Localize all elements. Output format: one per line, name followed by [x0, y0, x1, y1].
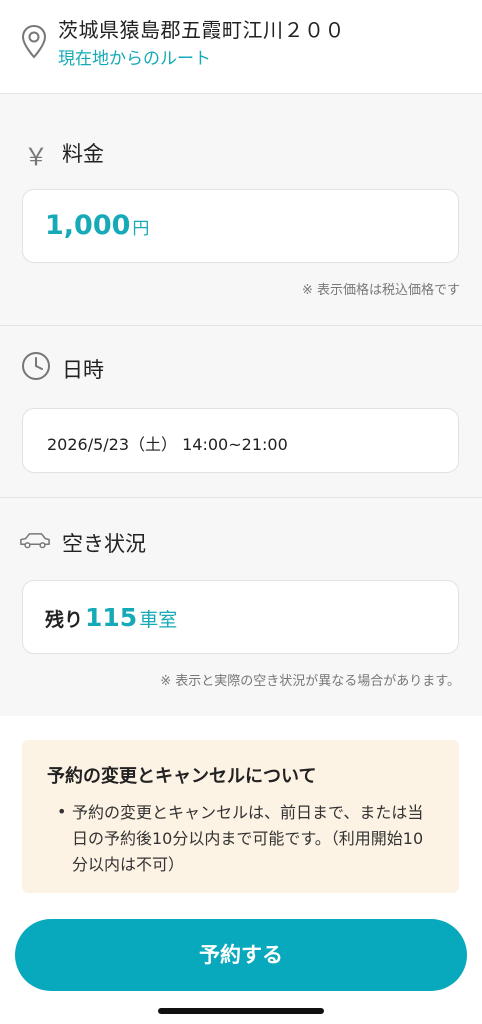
yen-icon: ￥ — [24, 143, 48, 171]
datetime-title: 日時 — [62, 358, 104, 382]
availability-card: 残り115 車室 — [22, 580, 459, 654]
bottom-area: 予約の変更とキャンセルについて • 予約の変更とキャンセルは、前日まで、または当… — [0, 716, 482, 1024]
datetime-section: 日時 2026/5/23（土） 14:00~21:00 — [0, 325, 482, 496]
cancel-policy-box: 予約の変更とキャンセルについて • 予約の変更とキャンセルは、前日まで、または当… — [22, 740, 459, 893]
availability-count: 115 — [85, 603, 138, 632]
cancel-policy-title: 予約の変更とキャンセルについて — [47, 766, 317, 787]
datetime-card: 2026/5/23（土） 14:00~21:00 — [22, 408, 459, 473]
reserve-button[interactable]: 予約する — [15, 919, 467, 991]
cancel-policy-text: 予約の変更とキャンセルは、前日まで、または当日の予約後10分以内まで可能です。（… — [72, 803, 424, 874]
availability-title: 空き状況 — [62, 532, 146, 556]
availability-line: 残り115 車室 — [45, 603, 177, 632]
address-text: 茨城県猿島郡五霞町江川２００ — [58, 18, 345, 42]
route-link[interactable]: 現在地からのルート — [58, 44, 211, 69]
address-header: 茨城県猿島郡五霞町江川２００ 現在地からのルート — [0, 0, 482, 94]
clock-icon — [22, 352, 50, 380]
availability-prefix: 残り — [45, 609, 84, 631]
bullet-point: • — [57, 802, 67, 821]
fee-amount-line: 1,000 円 — [45, 210, 149, 241]
map-pin-icon — [21, 24, 47, 59]
fee-card: 1,000 円 — [22, 189, 459, 263]
fee-section: ￥ 料金 1,000 円 ※ 表示価格は税込価格です — [0, 95, 482, 323]
availability-unit: 車室 — [139, 609, 178, 631]
fee-note: ※ 表示価格は税込価格です — [301, 283, 460, 298]
fee-title: 料金 — [62, 142, 104, 166]
datetime-value: 2026/5/23（土） 14:00~21:00 — [47, 435, 288, 454]
car-icon — [20, 533, 50, 549]
fee-unit: 円 — [132, 219, 150, 239]
availability-note: ※ 表示と実際の空き状況が異なる場合があります。 — [160, 674, 460, 689]
availability-section: 空き状況 残り115 車室 ※ 表示と実際の空き状況が異なる場合があります。 — [0, 497, 482, 715]
fee-amount: 1,000 — [45, 210, 131, 241]
home-indicator — [158, 1008, 324, 1014]
